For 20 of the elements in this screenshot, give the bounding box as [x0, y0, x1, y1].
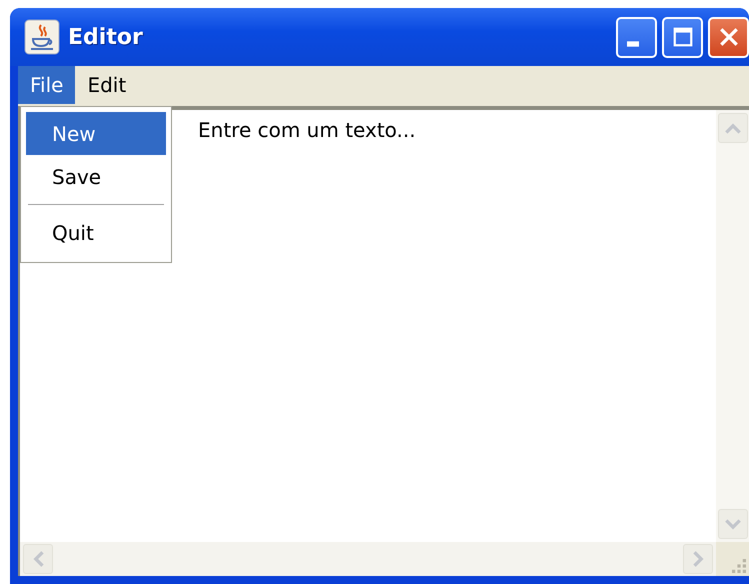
maximize-button[interactable] — [662, 16, 703, 58]
scroll-down-button[interactable] — [718, 509, 748, 539]
coffee-cup-icon — [24, 19, 60, 55]
menu-item[interactable]: New — [26, 112, 166, 155]
menu-bar-item[interactable]: Edit — [75, 66, 138, 104]
resize-grip-icon — [732, 559, 746, 573]
window-title: Editor — [68, 24, 143, 50]
scroll-right-button[interactable] — [683, 544, 713, 574]
minimize-button[interactable] — [616, 16, 657, 58]
menu-item[interactable]: Quit — [26, 211, 166, 254]
minimize-icon — [627, 40, 639, 46]
menu-bar-item[interactable]: File — [18, 66, 76, 104]
close-button[interactable] — [708, 16, 749, 58]
close-icon — [718, 26, 740, 48]
horizontal-scrollbar[interactable] — [20, 542, 716, 576]
scroll-up-button[interactable] — [718, 113, 748, 143]
vertical-scrollbar[interactable] — [716, 110, 749, 542]
menu-item[interactable]: Save — [26, 155, 166, 198]
scroll-left-button[interactable] — [23, 544, 53, 574]
maximize-icon — [672, 26, 694, 48]
